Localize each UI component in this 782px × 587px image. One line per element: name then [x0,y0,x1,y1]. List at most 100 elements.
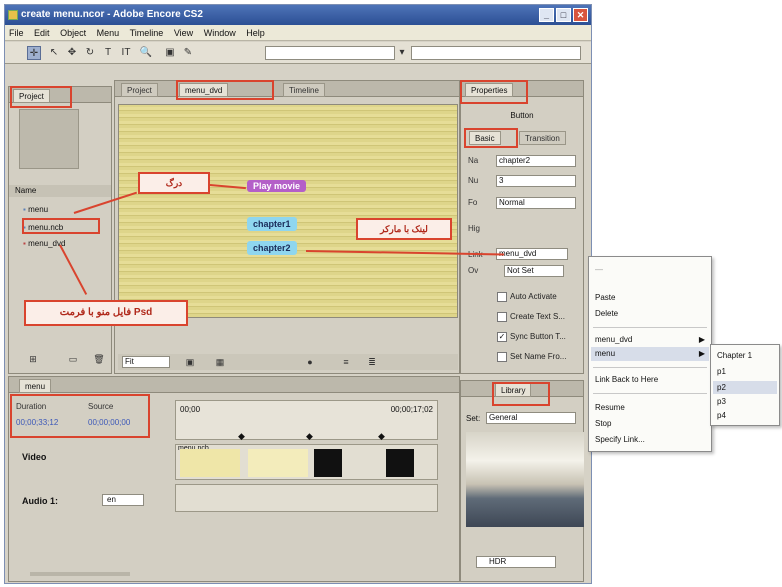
text-tool-icon[interactable]: T [101,46,115,60]
ctx-stop[interactable]: Stop [595,419,611,428]
preview-tool-icon[interactable]: ▣ [163,46,177,60]
tab-timeline-menu[interactable]: menu [19,379,52,393]
audio-language-select[interactable]: en [102,494,144,506]
submenu-chapter1[interactable]: Chapter 1 [717,351,752,360]
new-item-icon[interactable]: ⊞ [27,353,39,365]
submenu-p4[interactable]: p4 [717,411,726,420]
menu-window[interactable]: Window [200,25,240,41]
font-dropdown-icon[interactable]: ▾ [395,46,409,60]
menu-menu[interactable]: Menu [93,25,124,41]
project-panel: Project Name ▪ menu ▪ menu.ncb ▪ menu_dv… [8,86,112,374]
tab-properties[interactable]: Properties [465,83,514,97]
tab-editor-timeline[interactable]: Timeline [283,83,325,97]
maximize-button[interactable]: □ [556,8,571,22]
window-title: create menu.ncor - Adobe Encore CS2 [21,9,203,20]
submenu-p1[interactable]: p1 [717,367,726,376]
menu-object[interactable]: Object [56,25,90,41]
vertical-text-tool-icon[interactable]: IT [119,46,133,60]
prop-field-name[interactable]: chapter2 [496,155,576,167]
move-tool-icon[interactable]: ✥ [65,46,79,60]
tab-menu-dvd[interactable]: menu_dvd [179,83,229,97]
rotate-tool-icon[interactable]: ↻ [83,46,97,60]
duration-value[interactable]: 00;00;33;12 [16,418,58,427]
zoom-tool-icon[interactable]: 🔍 [139,46,153,60]
subtab-basic[interactable]: Basic [469,131,501,145]
ctx-menu[interactable]: menu [595,349,615,358]
ruler-start-time: 00;00 [180,405,201,414]
callout-psd-menu: فایل منو با فرمت Psd [24,300,188,326]
prop-field-link[interactable]: menu_dvd [496,248,568,260]
direct-select-tool-icon[interactable]: ↖ [47,46,61,60]
menu-file[interactable]: File [5,25,28,41]
audio-track-label: Audio 1: [22,496,58,506]
audio-track[interactable] [175,484,438,512]
selection-tool-icon[interactable]: ✛ [27,46,41,60]
create-text-checkbox[interactable] [497,312,507,322]
library-item-hdr[interactable]: HDR [476,556,556,568]
menu-timeline[interactable]: Timeline [126,25,168,41]
subtab-transition[interactable]: Transition [519,131,566,145]
tab-editor-project[interactable]: Project [121,83,158,97]
chapter1-button[interactable]: chapter1 [247,217,297,231]
tab-project[interactable]: Project [13,89,50,103]
submenu-p2[interactable]: p2 [717,383,726,392]
edit-original-icon[interactable]: ✎ [181,46,195,60]
trash-icon[interactable]: 🗑 [93,353,105,365]
project-item-menu-ncb[interactable]: ▪ menu.ncb [23,223,63,232]
timeline-ruler[interactable]: 00;00 00;00;17;02 ◆ ◆ ◆ [175,400,438,442]
menu-help[interactable]: Help [242,25,269,41]
sync-button-checkbox[interactable]: ✓ [497,332,507,342]
menu-file-icon: ▪ [23,205,26,214]
callout-drag: درگ [138,172,210,194]
chapter-submenu: Chapter 1 p1 p2 p3 p4 [710,344,780,426]
zoom-select[interactable]: Fit [122,356,170,368]
folder-icon[interactable]: ▭ [67,353,79,365]
menu-edit[interactable]: Edit [30,25,54,41]
font-family-field[interactable] [265,46,395,60]
align-icon[interactable]: ≡ [340,356,352,368]
ctx-paste[interactable]: Paste [595,293,615,302]
properties-tabstrip: Properties [461,81,583,97]
set-name-checkbox[interactable] [497,352,507,362]
video-frame-thumbnail [386,449,414,477]
prop-field-number[interactable]: 3 [496,175,576,187]
ctx-item-disabled: — [595,265,603,274]
ctx-separator [593,393,707,394]
submenu-p3[interactable]: p3 [717,397,726,406]
ctx-resume[interactable]: Resume [595,403,625,412]
video-track-label: Video [22,452,47,462]
chapter2-button[interactable]: chapter2 [247,241,297,255]
auto-activate-label: Auto Activate [510,292,557,301]
play-movie-button[interactable]: Play movie [247,180,307,192]
font-size-field[interactable] [411,46,581,60]
auto-activate-checkbox[interactable] [497,292,507,302]
minimize-button[interactable]: _ [539,8,554,22]
source-value[interactable]: 00;00;00;00 [88,418,130,427]
editor-bottom-bar: Fit ▣ ▦ ● ≡ ≣ [118,354,458,370]
library-set-label: Set: [466,414,481,423]
ctx-separator [593,367,707,368]
tab-library[interactable]: Library [495,383,532,397]
ctx-link-back[interactable]: Link Back to Here [595,375,658,384]
chapter-marker-2-icon[interactable]: ◆ [306,431,313,442]
prop-field-override[interactable]: Not Set [504,265,564,277]
ctx-menu-dvd[interactable]: menu_dvd [595,335,632,344]
duration-label: Duration [16,402,47,411]
video-track[interactable]: menu.ncb [175,444,438,480]
close-button[interactable]: ✕ [573,8,588,22]
route-icon[interactable]: ● [304,356,316,368]
menu-canvas[interactable]: Play movie chapter1 chapter2 [118,104,458,318]
video-frame-thumbnail [314,449,342,477]
ctx-specify-link[interactable]: Specify Link... [595,435,645,444]
ctx-delete[interactable]: Delete [595,309,618,318]
library-set-select[interactable]: General [486,412,576,424]
distribute-icon[interactable]: ≣ [366,356,378,368]
safe-area-icon[interactable]: ▣ [184,356,196,368]
menu-view[interactable]: View [170,25,197,41]
chapter-marker-3-icon[interactable]: ◆ [378,431,385,442]
prop-field-format[interactable]: Normal [496,197,576,209]
chapter-marker-1-icon[interactable]: ◆ [238,431,245,442]
project-item-menu[interactable]: ▪ menu [23,205,48,214]
timeline-zoom-slider[interactable] [30,572,130,576]
show-buttons-icon[interactable]: ▦ [214,356,226,368]
